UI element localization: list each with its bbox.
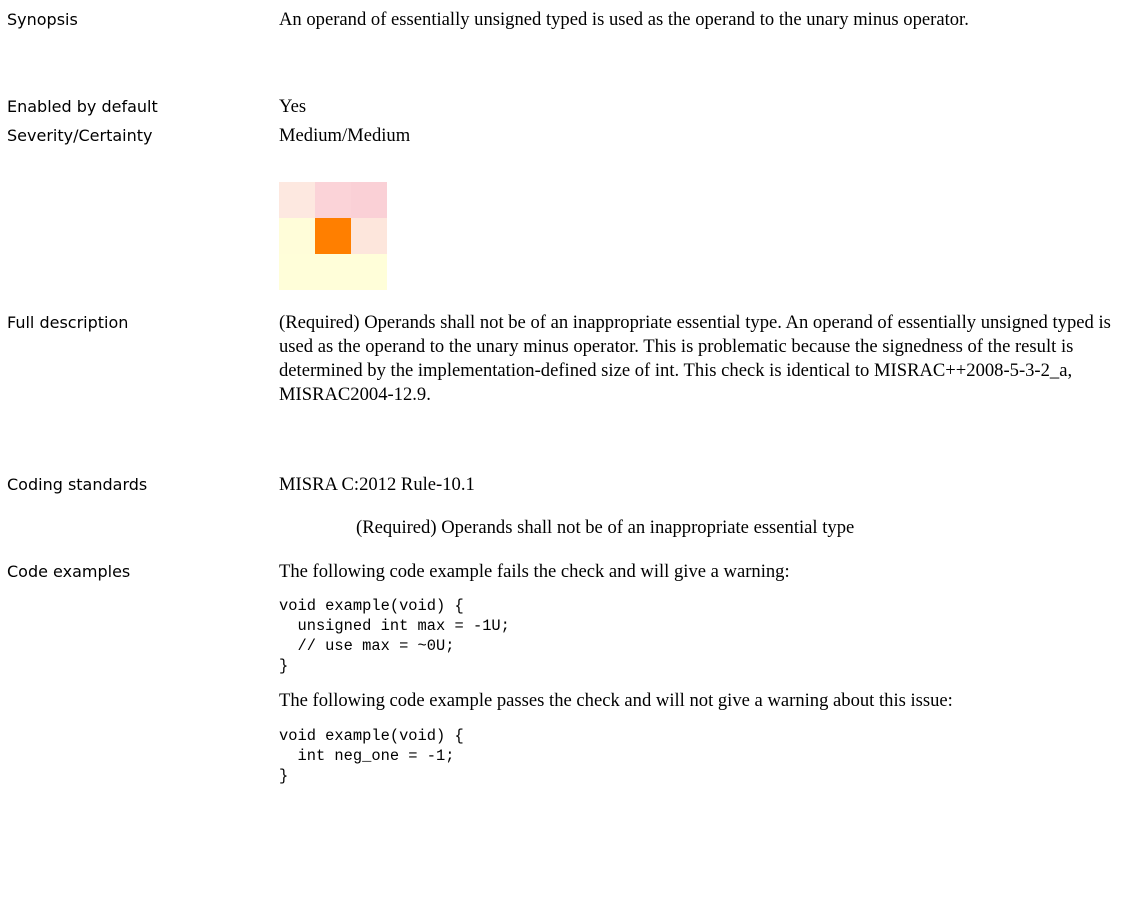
synopsis-text: An operand of essentially unsigned typed… <box>279 8 1109 32</box>
coding-standards-content: MISRA C:2012 Rule-10.1 (Required) Operan… <box>279 473 1109 540</box>
enabled-label: Enabled by default <box>7 97 158 116</box>
severity-label: Severity/Certainty <box>7 126 153 145</box>
code-examples-content: The following code example fails the che… <box>279 560 1109 786</box>
pass-code-block: void example(void) { int neg_one = -1; } <box>279 727 464 785</box>
severity-certainty-matrix <box>279 182 387 308</box>
matrix-cell-r2c3 <box>351 218 387 254</box>
synopsis-paragraph: An operand of essentially unsigned typed… <box>279 9 969 30</box>
fail-example-intro: The following code example fails the che… <box>279 561 790 582</box>
code-examples-label: Code examples <box>7 562 131 581</box>
matrix-cell-r3c1 <box>279 254 315 290</box>
enabled-value: Yes <box>279 96 307 117</box>
severity-value: Medium/Medium <box>279 125 411 146</box>
fail-code-block: void example(void) { unsigned int max = … <box>279 597 510 675</box>
full-description-paragraph: (Required) Operands shall not be of an i… <box>279 312 1111 405</box>
full-description-label: Full description <box>7 313 129 332</box>
matrix-cell-r3c3 <box>351 254 387 290</box>
matrix-cell-r1c1 <box>279 182 315 218</box>
synopsis-label: Synopsis <box>7 10 78 29</box>
full-description-text: (Required) Operands shall not be of an i… <box>279 311 1119 407</box>
coding-standard-rule: (Required) Operands shall not be of an i… <box>356 517 855 538</box>
matrix-cell-r2c1 <box>279 218 315 254</box>
matrix-cell-r2c2-highlighted <box>315 218 351 254</box>
coding-standard-name: MISRA C:2012 Rule-10.1 <box>279 474 475 495</box>
pass-example-intro: The following code example passes the ch… <box>279 690 953 711</box>
matrix-cell-r1c3 <box>351 182 387 218</box>
matrix-cell-r1c2 <box>315 182 351 218</box>
coding-standards-label: Coding standards <box>7 475 148 494</box>
matrix-cell-r3c2 <box>315 254 351 290</box>
